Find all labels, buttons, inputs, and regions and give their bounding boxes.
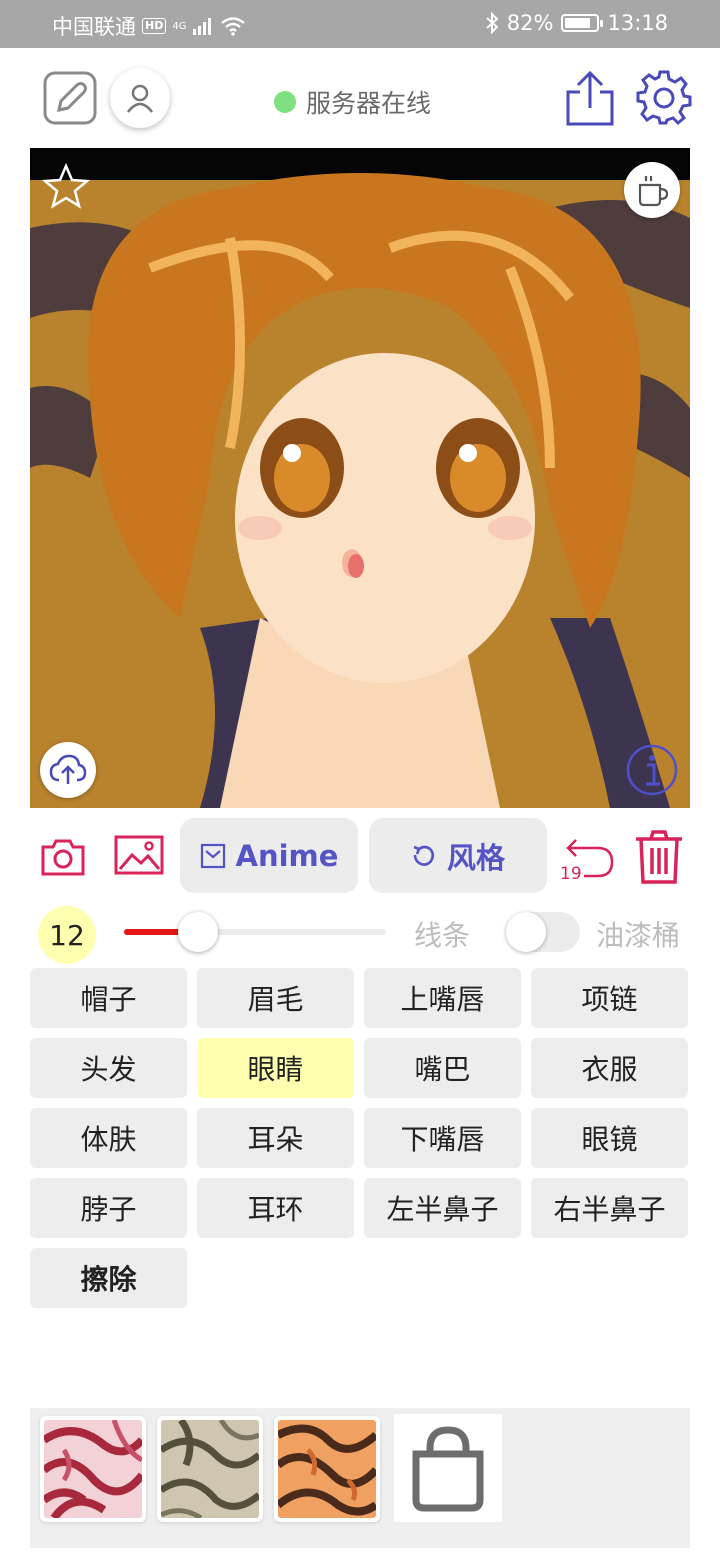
status-left: 中国联通 HD 4G bbox=[52, 11, 246, 41]
anime-button[interactable]: Anime bbox=[180, 818, 358, 893]
online-dot-icon bbox=[274, 91, 296, 113]
anime-button-label: Anime bbox=[235, 838, 339, 873]
undo-count: 19 bbox=[560, 864, 582, 884]
part-grid: 帽子 眉毛 上嘴唇 项链 头发 眼睛 嘴巴 衣服 体肤 耳朵 下嘴唇 眼镜 脖子… bbox=[30, 968, 690, 1308]
carrier-label: 中国联通 bbox=[52, 15, 136, 39]
pink-marble-texture bbox=[44, 1420, 142, 1518]
drawing-canvas[interactable] bbox=[30, 148, 690, 808]
part-button[interactable]: 右半鼻子 bbox=[531, 1178, 688, 1238]
wifi-icon bbox=[221, 17, 246, 36]
brush-size-slider[interactable] bbox=[124, 912, 386, 952]
anime-portrait-image bbox=[30, 148, 690, 808]
style-button[interactable]: 风格 bbox=[369, 818, 547, 893]
erase-button[interactable]: 擦除 bbox=[30, 1248, 187, 1308]
info-button[interactable] bbox=[626, 744, 678, 796]
part-button[interactable]: 帽子 bbox=[30, 968, 187, 1028]
battery-icon bbox=[561, 14, 604, 32]
donate-button[interactable] bbox=[624, 162, 680, 218]
bucket-mode-label: 油漆桶 bbox=[596, 919, 681, 952]
edit-button[interactable] bbox=[42, 70, 98, 126]
part-button[interactable]: 左半鼻子 bbox=[364, 1178, 521, 1238]
slider-thumb[interactable] bbox=[178, 912, 218, 952]
status-bar: 中国联通 HD 4G 82% 13:18 bbox=[0, 0, 720, 48]
battery-fill bbox=[565, 18, 591, 28]
battery-percent: 82% bbox=[506, 11, 554, 35]
trash-icon bbox=[636, 830, 682, 884]
shopping-bag-icon bbox=[412, 1426, 484, 1512]
server-status-label: 服务器在线 bbox=[306, 89, 432, 118]
coffee-cup-icon bbox=[638, 176, 669, 207]
part-button[interactable]: 项链 bbox=[531, 968, 688, 1028]
part-button[interactable]: 眼睛 bbox=[197, 1038, 354, 1098]
edit-icon bbox=[43, 71, 97, 125]
cloud-upload-icon bbox=[49, 754, 87, 784]
signal-icon bbox=[193, 18, 212, 35]
undo-button[interactable]: 19 bbox=[558, 828, 618, 886]
settings-button[interactable] bbox=[636, 70, 692, 126]
tool-row: Anime 风格 19 bbox=[0, 818, 720, 894]
clear-button[interactable] bbox=[632, 828, 686, 886]
toggle-knob bbox=[506, 912, 546, 952]
image-icon bbox=[114, 835, 164, 875]
part-button[interactable]: 体肤 bbox=[30, 1108, 187, 1168]
brush-size-indicator: 12 bbox=[38, 906, 96, 964]
brush-row: 12 线条 油漆桶 bbox=[0, 900, 720, 966]
user-icon bbox=[127, 84, 153, 113]
orange-marble-texture bbox=[278, 1420, 376, 1518]
mail-icon bbox=[200, 843, 225, 868]
share-icon bbox=[566, 70, 614, 126]
texture-swatch-orange[interactable] bbox=[274, 1416, 380, 1522]
info-icon bbox=[626, 744, 678, 796]
olive-marble-texture bbox=[161, 1420, 259, 1518]
app-header: 服务器在线 bbox=[0, 48, 720, 148]
share-button[interactable] bbox=[564, 70, 616, 128]
status-right: 82% 13:18 bbox=[485, 11, 668, 35]
hd-badge: HD bbox=[142, 18, 167, 34]
bluetooth-icon bbox=[486, 12, 499, 34]
bucket-toggle[interactable] bbox=[506, 912, 580, 952]
texture-palette bbox=[30, 1408, 690, 1548]
clock: 13:18 bbox=[607, 11, 668, 35]
server-status: 服务器在线 bbox=[274, 84, 431, 120]
network-type: 4G bbox=[172, 20, 187, 32]
part-button[interactable]: 眉毛 bbox=[197, 968, 354, 1028]
camera-button[interactable] bbox=[40, 834, 86, 880]
cloud-upload-button[interactable] bbox=[40, 742, 96, 798]
part-button[interactable]: 脖子 bbox=[30, 1178, 187, 1238]
part-button[interactable]: 耳环 bbox=[197, 1178, 354, 1238]
refresh-icon bbox=[413, 845, 435, 866]
part-button[interactable]: 嘴巴 bbox=[364, 1038, 521, 1098]
part-button[interactable]: 衣服 bbox=[531, 1038, 688, 1098]
camera-icon bbox=[41, 839, 85, 876]
favorite-button[interactable] bbox=[42, 162, 90, 210]
texture-swatch-pink[interactable] bbox=[40, 1416, 146, 1522]
part-button[interactable]: 耳朵 bbox=[197, 1108, 354, 1168]
part-button[interactable]: 下嘴唇 bbox=[364, 1108, 521, 1168]
star-icon bbox=[42, 162, 90, 209]
line-mode-label: 线条 bbox=[414, 919, 471, 952]
part-button[interactable]: 头发 bbox=[30, 1038, 187, 1098]
part-button[interactable]: 上嘴唇 bbox=[364, 968, 521, 1028]
gear-icon bbox=[636, 70, 692, 126]
shop-button[interactable] bbox=[394, 1414, 502, 1522]
gallery-button[interactable] bbox=[113, 832, 165, 878]
texture-swatch-olive[interactable] bbox=[157, 1416, 263, 1522]
part-button[interactable]: 眼镜 bbox=[531, 1108, 688, 1168]
user-button[interactable] bbox=[110, 68, 170, 128]
style-button-label: 风格 bbox=[446, 840, 505, 875]
